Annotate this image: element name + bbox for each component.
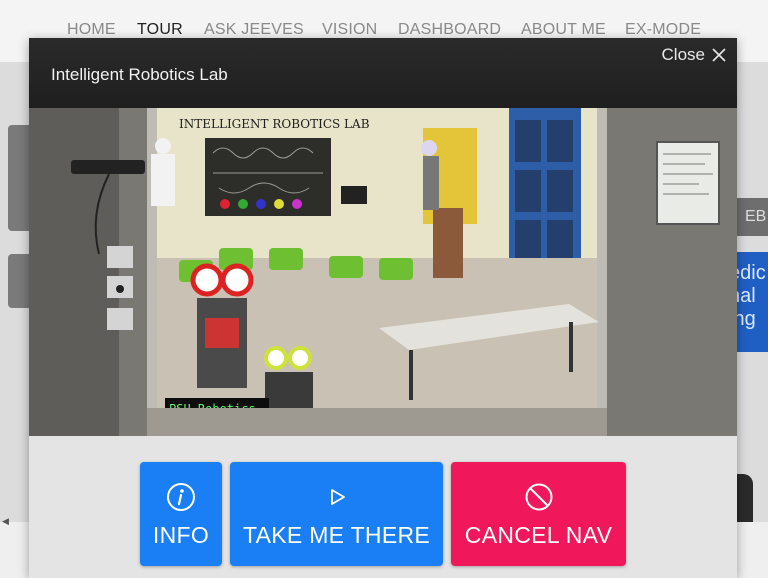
nav-item-dashboard[interactable]: DASHBOARD: [398, 21, 501, 39]
nav-item-vision[interactable]: VISION: [322, 21, 377, 39]
modal-title: Intelligent Robotics Lab: [51, 65, 228, 84]
nav-item-home[interactable]: HOME: [67, 21, 116, 39]
close-label: Close: [661, 45, 705, 64]
take-me-there-label: TAKE ME THERE: [242, 522, 431, 548]
cancel-nav-button[interactable]: CANCEL NAV: [451, 462, 626, 566]
nav-item-ask-jeeves[interactable]: ASK JEEVES: [204, 21, 304, 39]
lab-photo-illustration: INTELLIGENT ROBOTICS LAB: [29, 108, 737, 436]
action-bar: INFO TAKE ME THERE CANCEL NAV: [29, 436, 737, 578]
scroll-left-icon[interactable]: ◀: [2, 516, 9, 527]
banner-line: edic: [737, 262, 766, 284]
location-modal: Intelligent Robotics Lab Close INTELLIGE…: [29, 38, 737, 578]
banner-line: ing: [737, 308, 756, 330]
play-icon: [330, 489, 345, 505]
cancel-nav-label: CANCEL NAV: [464, 522, 613, 548]
close-icon: [712, 48, 726, 62]
info-button[interactable]: INFO: [140, 462, 222, 566]
info-icon: [167, 483, 195, 511]
prohibited-icon: [525, 483, 552, 511]
nav-item-about-me[interactable]: ABOUT ME: [521, 21, 606, 39]
take-me-there-button[interactable]: TAKE ME THERE: [230, 462, 443, 566]
modal-header: Intelligent Robotics Lab Close: [29, 38, 737, 108]
background-right-banner: edic nal ing: [737, 252, 768, 352]
nav-item-tour[interactable]: TOUR: [137, 21, 183, 39]
nav-item-ex-mode[interactable]: EX-MODE: [625, 21, 701, 39]
banner-line: nal: [737, 285, 756, 307]
wall-sign: INTELLIGENT ROBOTICS LAB: [179, 117, 370, 131]
location-photo: INTELLIGENT ROBOTICS LAB: [29, 108, 737, 436]
close-button[interactable]: Close: [662, 45, 727, 65]
background-right-box: EB: [737, 198, 768, 236]
info-label: INFO: [152, 522, 210, 548]
